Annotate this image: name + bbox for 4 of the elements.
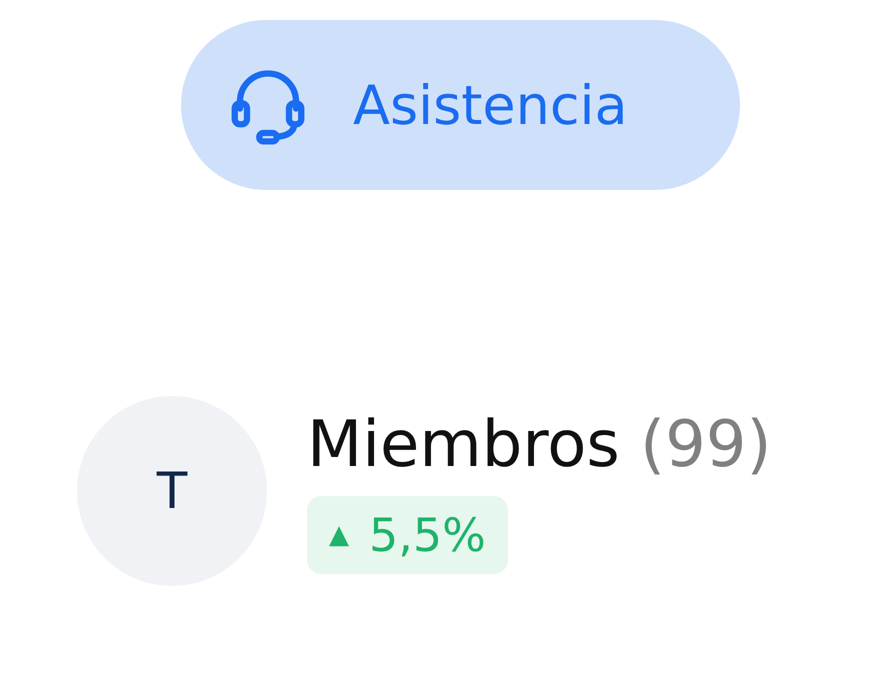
support-button[interactable]: Asistencia: [181, 20, 740, 190]
avatar: T: [77, 396, 267, 586]
members-title: Miembros (99): [307, 408, 772, 482]
change-badge: ▲ 5,5%: [307, 496, 508, 574]
